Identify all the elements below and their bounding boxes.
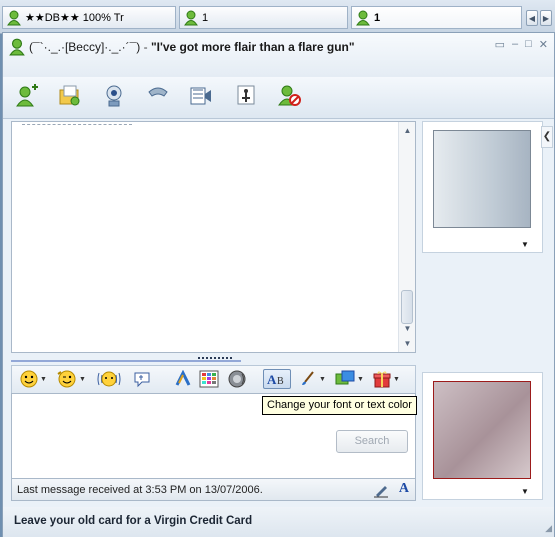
my-avatar — [433, 381, 531, 479]
formatting-toolbar: ▼ ▼ AB ▼ ▼ ▼ — [11, 365, 416, 393]
call-icon[interactable] — [145, 83, 171, 109]
sound-button[interactable] — [228, 369, 246, 389]
scroll-down-icon[interactable]: ▼ — [399, 322, 416, 336]
conversation-scrollbar[interactable]: ▲ ▼ ▼ — [398, 122, 415, 352]
message-fragment — [22, 124, 132, 127]
title-separator: - — [140, 40, 151, 54]
tab-scroll-left-icon[interactable]: ◀ — [526, 10, 538, 26]
tab-label: 1 — [202, 11, 209, 24]
video-icon[interactable] — [188, 83, 214, 109]
emoticon-icon — [20, 370, 38, 388]
window-controls: ▭ – □ ✕ — [495, 38, 548, 51]
display-picture-icon — [335, 370, 355, 385]
handwriting-icon[interactable] — [373, 482, 389, 501]
gift-button[interactable]: ▼ — [373, 369, 400, 389]
conversation-tab-1[interactable]: ★★DB★★ 100% Tr — [2, 6, 176, 29]
font-icon: AB — [267, 372, 284, 387]
send-files-icon[interactable] — [57, 83, 83, 109]
menu-icon[interactable]: ▭ — [495, 38, 505, 51]
tab-scroll-controls: ◀ ▶ — [526, 10, 552, 26]
font-tooltip: Change your font or text color — [262, 396, 417, 415]
emoticon-button[interactable]: ▼ — [20, 369, 47, 389]
advertisement-bar: Leave your old card for a Virgin Credit … — [3, 507, 554, 537]
minimize-icon[interactable]: – — [512, 38, 518, 51]
window-title: (¯`·._.·[Beccy]·._.·´¯) - "I've got more… — [29, 40, 355, 54]
dropdown-caret-icon: ▼ — [40, 375, 47, 383]
scroll-end-icon[interactable]: ▼ — [399, 337, 416, 351]
dropdown-caret-icon: ▼ — [357, 375, 364, 383]
wink-icon — [57, 370, 76, 388]
svg-text:B: B — [277, 376, 284, 387]
text-mode-icon[interactable]: A — [399, 481, 409, 497]
wink-button[interactable]: ▼ — [57, 369, 86, 389]
dropdown-caret-icon[interactable]: ▼ — [521, 240, 529, 249]
contact-status-icon — [9, 38, 25, 56]
last-message-status: Last message received at 3:53 PM on 13/0… — [17, 484, 263, 496]
display-picture-button[interactable]: ▼ — [335, 369, 364, 389]
block-icon[interactable] — [277, 83, 303, 109]
contact-email — [29, 58, 183, 70]
search-button[interactable]: Search — [336, 430, 408, 453]
conversation-tab-strip: ★★DB★★ 100% Tr 1 1 ◀ ▶ — [0, 0, 555, 34]
add-contact-icon[interactable] — [14, 83, 40, 109]
webcam-icon[interactable] — [101, 83, 127, 109]
buddy-icon — [7, 10, 21, 25]
my-display-picture[interactable]: ▼ — [422, 372, 543, 500]
close-icon[interactable]: ✕ — [539, 38, 548, 51]
main-toolbar — [3, 77, 554, 119]
ink-icon — [175, 370, 191, 386]
gift-icon — [373, 371, 391, 388]
font-button[interactable]: AB — [263, 369, 291, 389]
buddy-icon — [184, 10, 198, 25]
conversation-tab-3[interactable]: 1 — [351, 6, 522, 29]
nudge-icon — [97, 371, 121, 387]
dropdown-caret-icon: ▼ — [319, 375, 326, 383]
dropdown-caret-icon: ▼ — [393, 375, 400, 383]
contact-name: (¯`·._.·[Beccy]·._.·´¯) — [29, 40, 141, 54]
maximize-icon[interactable]: □ — [525, 38, 532, 51]
paint-button[interactable]: ▼ — [299, 369, 326, 389]
sound-icon — [228, 370, 246, 388]
backgrounds-icon — [199, 370, 219, 388]
voice-clip-button[interactable] — [133, 369, 151, 389]
tab-scroll-right-icon[interactable]: ▶ — [540, 10, 552, 26]
nudge-button[interactable] — [96, 369, 122, 389]
conversation-tab-2[interactable]: 1 — [179, 6, 348, 29]
splitter-handle[interactable] — [198, 357, 232, 360]
contact-display-picture[interactable]: ▼ — [422, 121, 543, 253]
conversation-history[interactable]: ▲ ▼ ▼ — [11, 121, 416, 353]
title-bar: (¯`·._.·[Beccy]·._.·´¯) - "I've got more… — [3, 33, 554, 77]
activities-icon[interactable] — [233, 83, 259, 109]
personal-message: "I've got more flair than a flare gun" — [150, 40, 355, 54]
tab-label: 1 — [374, 11, 381, 24]
dropdown-caret-icon: ▼ — [79, 375, 86, 383]
buddy-icon — [356, 10, 370, 25]
ink-button[interactable] — [174, 369, 192, 389]
scroll-up-icon[interactable]: ▲ — [399, 124, 416, 138]
backgrounds-button[interactable] — [199, 369, 219, 389]
dropdown-caret-icon[interactable]: ▼ — [521, 487, 529, 496]
scroll-thumb[interactable] — [401, 290, 413, 324]
paint-icon — [302, 371, 314, 385]
contact-avatar — [433, 130, 531, 228]
resize-grip-icon[interactable]: ◢ — [545, 523, 552, 534]
conversation-window: (¯`·._.·[Beccy]·._.·´¯) - "I've got more… — [2, 32, 555, 537]
svg-text:A: A — [267, 372, 277, 387]
collapse-panel-icon[interactable]: ❮ — [541, 126, 553, 148]
voice-clip-icon — [134, 372, 150, 388]
tab-label: ★★DB★★ 100% Tr — [25, 12, 124, 24]
status-bar: Last message received at 3:53 PM on 13/0… — [11, 479, 416, 501]
advertisement-link[interactable]: Leave your old card for a Virgin Credit … — [14, 515, 252, 527]
